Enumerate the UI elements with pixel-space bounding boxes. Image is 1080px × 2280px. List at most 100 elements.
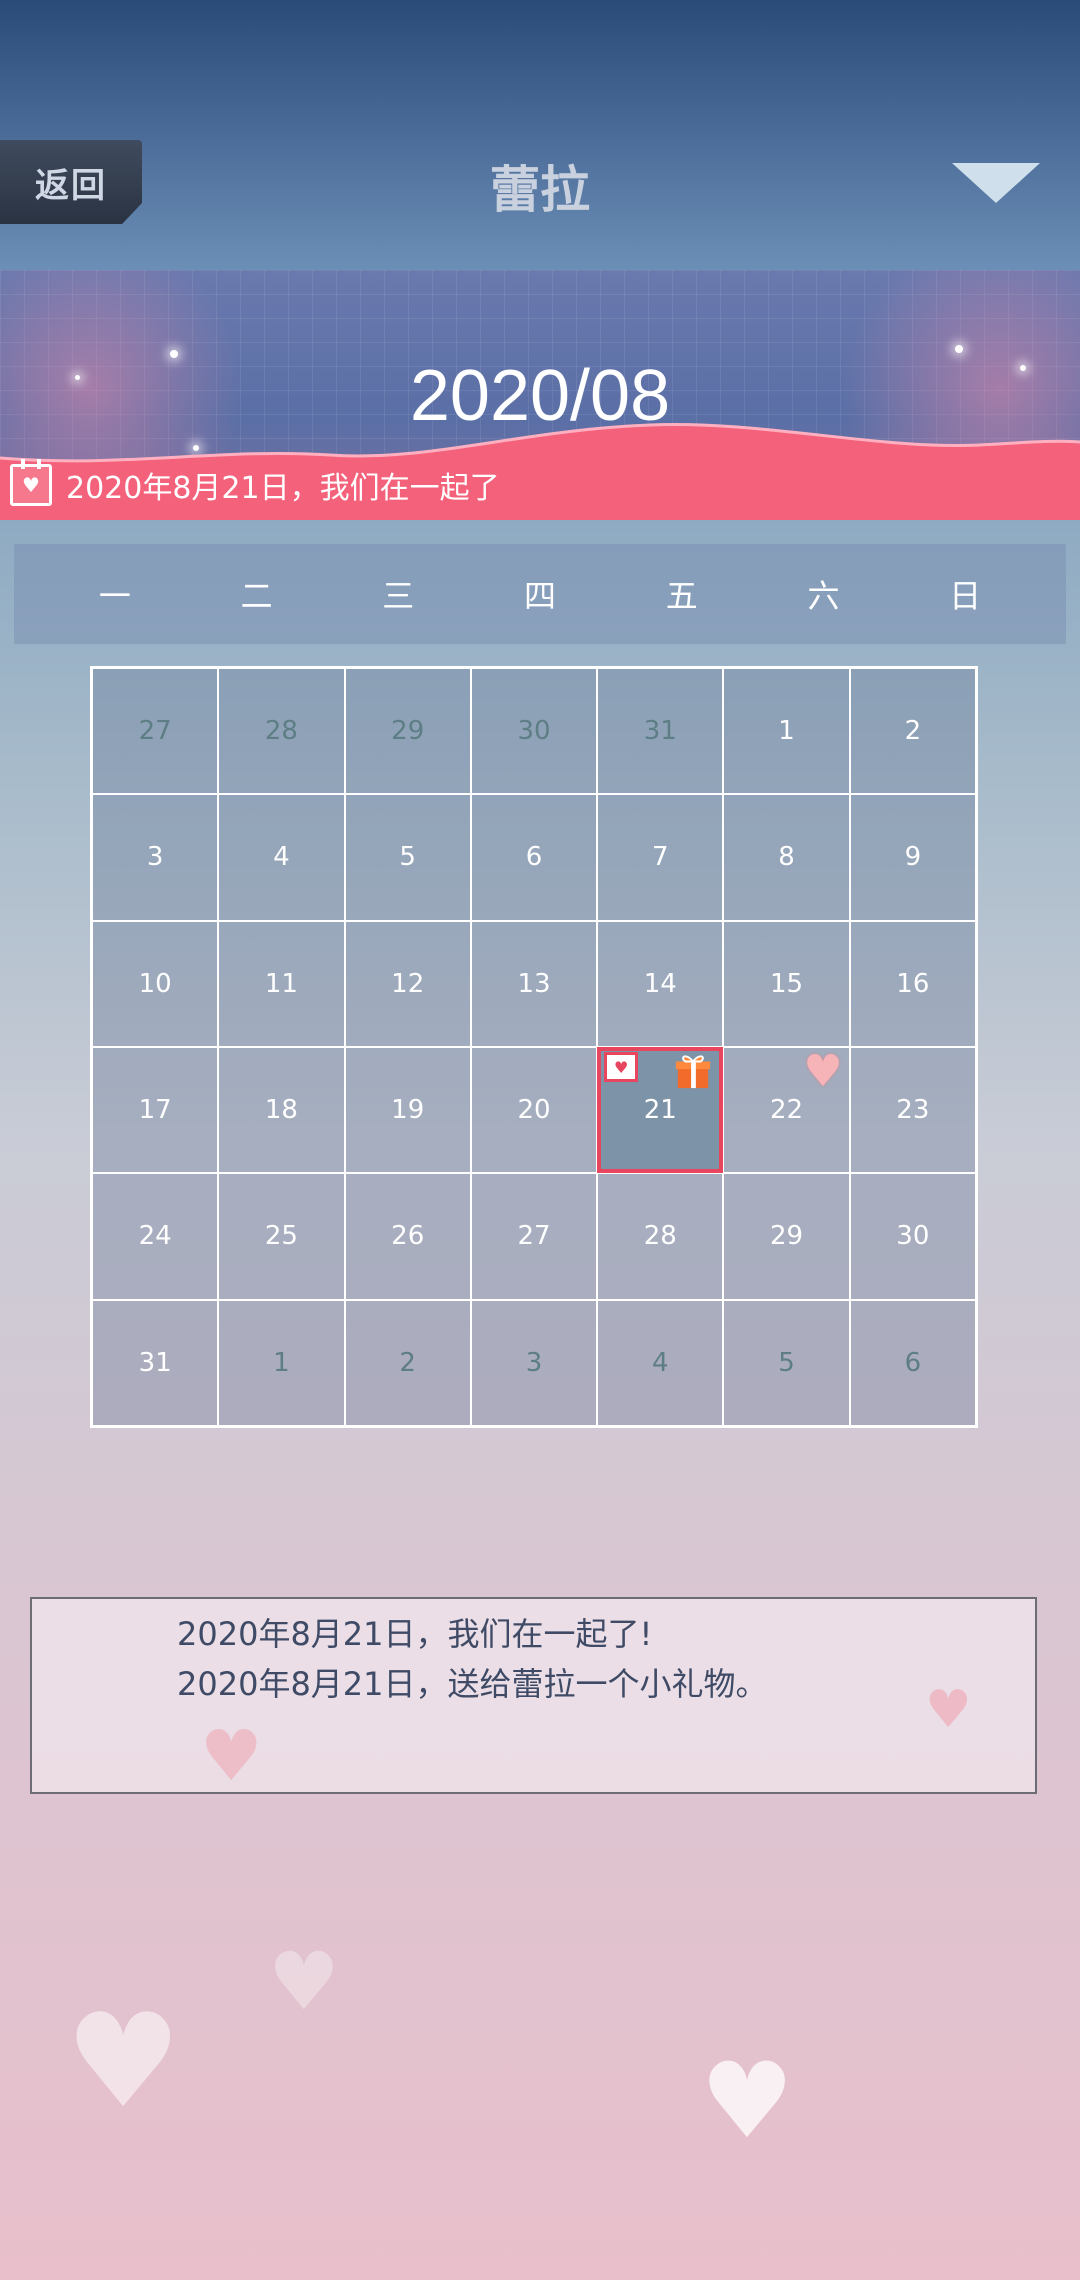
- day-number: 27: [138, 716, 172, 747]
- day-number: 6: [904, 1347, 922, 1378]
- calendar-day[interactable]: 20: [470, 1047, 598, 1174]
- day-number: 23: [896, 1095, 930, 1126]
- day-number: 29: [770, 1221, 804, 1252]
- day-number: 4: [652, 1347, 669, 1378]
- calendar-day[interactable]: 12: [344, 920, 471, 1047]
- calendar-day[interactable]: 13: [470, 920, 598, 1047]
- weekday-header: 一 二 三 四 五 六 日: [14, 544, 1066, 644]
- day-number: 3: [146, 842, 164, 873]
- day-number: 6: [525, 842, 543, 873]
- day-number: 25: [264, 1221, 298, 1252]
- weekday-spacer: [1036, 544, 1066, 644]
- day-number: 2: [904, 716, 922, 747]
- calendar-day[interactable]: 19: [344, 1047, 471, 1174]
- day-number: 29: [391, 716, 425, 747]
- calendar-day[interactable]: 8: [723, 794, 850, 921]
- day-number: 19: [391, 1095, 425, 1126]
- calendar-day[interactable]: 4: [597, 1299, 724, 1426]
- day-number: 1: [273, 1347, 290, 1378]
- day-number: 2: [399, 1347, 416, 1378]
- day-number: 4: [273, 842, 290, 873]
- calendar-day[interactable]: 31: [597, 668, 724, 795]
- calendar-day[interactable]: 2: [849, 668, 976, 795]
- anniversary-text: 2020年8月21日，我们在一起了: [66, 471, 500, 506]
- day-number: 30: [896, 1221, 930, 1252]
- decorative-heart-icon: ♥: [200, 1715, 263, 1797]
- calendar-day-selected[interactable]: 21 ♥: [597, 1047, 724, 1174]
- sparkle-icon: [955, 345, 963, 353]
- calendar-day[interactable]: 5: [723, 1299, 850, 1426]
- calendar-day[interactable]: 9: [849, 794, 976, 921]
- page-title: 蕾拉: [490, 161, 590, 219]
- day-number: 9: [904, 842, 922, 873]
- calendar-day[interactable]: 4: [218, 794, 345, 921]
- calendar-day[interactable]: 29: [344, 668, 471, 795]
- calendar-day[interactable]: 23: [849, 1047, 976, 1174]
- weekday-label: 五: [665, 577, 698, 615]
- calendar-day[interactable]: 28: [218, 668, 345, 795]
- calendar-day[interactable]: 17: [92, 1047, 219, 1174]
- calendar-day[interactable]: 2: [344, 1299, 471, 1426]
- calendar-day[interactable]: 3: [92, 794, 219, 921]
- day-number: 31: [643, 716, 677, 747]
- event-note: 2020年8月21日，送给蕾拉一个小礼物。: [177, 1665, 768, 1703]
- day-number: 5: [778, 1347, 795, 1378]
- calendar-day[interactable]: 24: [92, 1173, 219, 1300]
- day-number: 21: [643, 1095, 677, 1126]
- top-bar: 返回 蕾拉: [0, 0, 1080, 270]
- calendar-heart-icon: ♥: [10, 459, 52, 506]
- calendar-day[interactable]: 26: [344, 1173, 471, 1300]
- day-number: 8: [778, 842, 795, 873]
- calendar-day[interactable]: 29: [723, 1173, 850, 1300]
- event-notes: 2020年8月21日，我们在一起了! 2020年8月21日，送给蕾拉一个小礼物。: [30, 1597, 1037, 1794]
- day-number: 22: [770, 1095, 804, 1126]
- weekday-label: 六: [807, 577, 840, 615]
- calendar-day[interactable]: 5: [344, 794, 471, 921]
- decorative-heart-icon: ♥: [925, 1680, 972, 1740]
- calendar-day[interactable]: 28: [597, 1173, 724, 1300]
- day-number: 18: [264, 1095, 298, 1126]
- calendar-day[interactable]: 22 ♥: [723, 1046, 850, 1174]
- day-number: 5: [399, 842, 416, 873]
- day-number: 1: [778, 716, 795, 747]
- heart-icon: ♥: [803, 1046, 843, 1097]
- day-number: 3: [525, 1347, 543, 1378]
- day-number: 7: [652, 842, 669, 873]
- calendar-day[interactable]: 30: [849, 1173, 976, 1300]
- decorative-heart-icon: ♥: [700, 2040, 795, 2162]
- calendar-day[interactable]: 25: [218, 1173, 345, 1300]
- day-number: 11: [264, 968, 298, 999]
- day-number: 30: [517, 716, 551, 747]
- day-number: 17: [138, 1095, 172, 1126]
- calendar-day[interactable]: 30: [470, 668, 598, 795]
- calendar-heart-icon: ♥: [604, 1052, 639, 1082]
- calendar-day[interactable]: 1: [218, 1299, 345, 1426]
- month-banner: 2020/08 ♥ 2020年8月21日，我们在一起了: [0, 270, 1080, 520]
- calendar-day[interactable]: 11: [218, 920, 345, 1047]
- day-number: 12: [391, 968, 425, 999]
- calendar-day[interactable]: 18: [218, 1047, 345, 1174]
- calendar-day[interactable]: 7: [597, 794, 724, 921]
- dropdown-triangle-icon[interactable]: [952, 163, 1040, 203]
- calendar-day[interactable]: 6: [470, 794, 598, 921]
- weekday-label: 四: [524, 577, 557, 615]
- day-number: 26: [391, 1221, 425, 1252]
- calendar-day[interactable]: 3: [470, 1299, 598, 1426]
- calendar-day[interactable]: 27: [470, 1173, 598, 1300]
- day-number: 31: [138, 1347, 172, 1378]
- calendar-day[interactable]: 10: [92, 920, 219, 1047]
- calendar-day[interactable]: 31: [92, 1299, 219, 1426]
- calendar-day[interactable]: 16: [849, 920, 976, 1047]
- calendar-grid: 27 28 29 30 31 1 2 3 4 5 6 7 8 9 10 11 12 13 14 15 16 17 18 19 2…: [90, 666, 978, 1428]
- calendar-day[interactable]: 27: [92, 668, 219, 795]
- weekday-label: 三: [382, 577, 415, 615]
- day-number: 14: [643, 968, 677, 999]
- day-number: 28: [643, 1221, 677, 1252]
- calendar-day[interactable]: 6: [849, 1299, 976, 1426]
- gift-icon: [676, 1055, 711, 1089]
- calendar-day[interactable]: 15: [723, 920, 850, 1047]
- decorative-heart-icon: ♥: [268, 1935, 340, 2028]
- calendar-day[interactable]: 14: [597, 920, 724, 1047]
- calendar-day[interactable]: 1: [723, 668, 850, 795]
- weekday-label: 日: [949, 577, 982, 615]
